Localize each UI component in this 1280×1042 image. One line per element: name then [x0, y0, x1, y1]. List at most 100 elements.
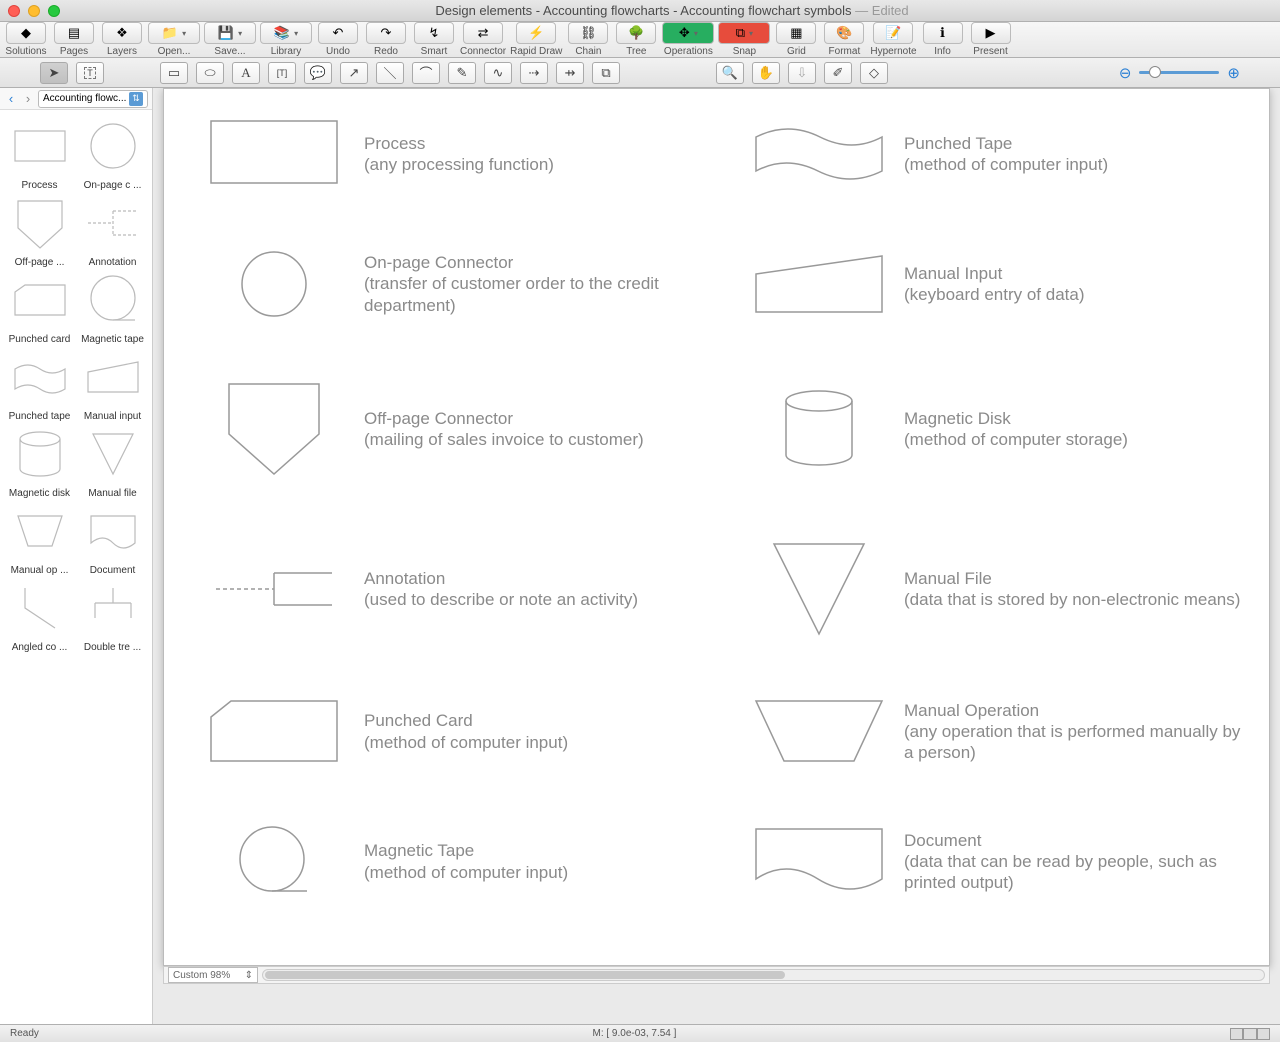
save--button[interactable]: 💾▾Save...	[204, 22, 256, 57]
palette-manualop[interactable]: Manual op ...	[4, 501, 75, 576]
canvas-shape-manualop[interactable]	[734, 699, 904, 764]
hand-tool[interactable]: ✋	[752, 62, 780, 84]
minimize-button[interactable]	[28, 5, 40, 17]
present-button[interactable]: ▶Present	[969, 22, 1013, 57]
connector-tool[interactable]: ⇢	[520, 62, 548, 84]
zoom-selector[interactable]: Custom 98%⇕	[168, 967, 258, 983]
palette-punchedcard[interactable]: Punched card	[4, 270, 75, 345]
hypernote-button[interactable]: 📝Hypernote	[870, 22, 916, 57]
layers-icon: ❖	[116, 25, 128, 41]
symbol-reference-grid: Process(any processing function)Punched …	[164, 89, 1269, 899]
canvas-shape-circle[interactable]	[184, 249, 364, 319]
palette-angledconn[interactable]: Angled co ...	[4, 578, 75, 653]
chevron-down-icon: ▾	[182, 29, 186, 38]
text-select-tool[interactable]: T	[76, 62, 104, 84]
maximize-button[interactable]	[48, 5, 60, 17]
format-icon: 🎨	[836, 25, 852, 41]
close-button[interactable]	[8, 5, 20, 17]
arc-tool[interactable]: ⌒	[412, 62, 440, 84]
palette-offpage[interactable]: Off-page ...	[4, 193, 75, 268]
chain-button[interactable]: ⛓Chain	[566, 22, 610, 57]
callout-tool[interactable]: 💬	[304, 62, 332, 84]
palette-manualinput[interactable]: Manual input	[77, 347, 148, 422]
toolbar-label: Tree	[626, 46, 646, 57]
eraser-tool[interactable]: ◇	[860, 62, 888, 84]
title-text: Design elements - Accounting flowcharts …	[435, 3, 851, 18]
line-tool[interactable]: ＼	[376, 62, 404, 84]
rapid-draw-button[interactable]: ⚡Rapid Draw	[510, 22, 562, 57]
zoom-slider-thumb[interactable]	[1149, 66, 1161, 78]
textbox-tool[interactable]: [T]	[268, 62, 296, 84]
canvas-shape-manualfile[interactable]	[734, 539, 904, 639]
zoom-in-icon[interactable]: ⊕	[1227, 64, 1240, 82]
palette-process[interactable]: Process	[4, 116, 75, 191]
nav-forward[interactable]: ›	[21, 92, 35, 106]
present-icon: ▶	[986, 25, 996, 41]
canvas[interactable]: Process(any processing function)Punched …	[163, 88, 1270, 966]
rect-tool[interactable]: ▭	[160, 62, 188, 84]
canvas-container: Process(any processing function)Punched …	[153, 88, 1280, 1024]
eyedropper-tool[interactable]: ⇩	[788, 62, 816, 84]
shape-toolbar: ➤ T ▭ ⬭ A [T] 💬 ↗ ＼ ⌒ ✎ ∿ ⇢ ⇸ ⧉ 🔍 ✋ ⇩ ✐ …	[0, 58, 1280, 88]
palette-annotation[interactable]: Annotation	[77, 193, 148, 268]
text-tool[interactable]: A	[232, 62, 260, 84]
library-selector[interactable]: Accounting flowc... ⇅	[38, 90, 148, 108]
layers-button[interactable]: ❖Layers	[100, 22, 144, 57]
canvas-shape-annotation[interactable]	[184, 569, 364, 609]
spline-tool[interactable]: ∿	[484, 62, 512, 84]
format-button[interactable]: 🎨Format	[822, 22, 866, 57]
horizontal-scrollbar[interactable]	[262, 969, 1265, 981]
solutions-button[interactable]: ◆Solutions	[4, 22, 48, 57]
redo-button[interactable]: ↷Redo	[364, 22, 408, 57]
zoom-slider[interactable]	[1139, 71, 1219, 74]
window-title: Design elements - Accounting flowcharts …	[72, 3, 1272, 18]
diamond-icon: ◆	[21, 25, 31, 41]
info-button[interactable]: ℹInfo	[921, 22, 965, 57]
dropdown-icon: ⇅	[129, 92, 143, 106]
undo-button[interactable]: ↶Undo	[316, 22, 360, 57]
palette-label: Process	[21, 180, 57, 191]
palette-manualfile[interactable]: Manual file	[77, 424, 148, 499]
pointer-tool[interactable]: ➤	[40, 62, 68, 84]
smart-connector-tool[interactable]: ⇸	[556, 62, 584, 84]
canvas-shape-punchedcard[interactable]	[184, 699, 364, 764]
palette-doubletree[interactable]: Double tre ...	[77, 578, 148, 653]
canvas-shape-magdisk[interactable]	[734, 389, 904, 469]
canvas-shape-offpage[interactable]	[184, 379, 364, 479]
open--button[interactable]: 📁▾Open...	[148, 22, 200, 57]
library-button[interactable]: 📚▾Library	[260, 22, 312, 57]
canvas-shape-manualinput[interactable]	[734, 254, 904, 314]
tree-button[interactable]: 🌳Tree	[614, 22, 658, 57]
smart-button[interactable]: ↯Smart	[412, 22, 456, 57]
zoom-out-icon[interactable]: ⊖	[1119, 64, 1132, 82]
scrollbar-thumb[interactable]	[265, 971, 785, 979]
palette-document[interactable]: Document	[77, 501, 148, 576]
pages-button[interactable]: ▤Pages	[52, 22, 96, 57]
canvas-shape-document[interactable]	[734, 827, 904, 897]
toolbar-label: Pages	[60, 46, 88, 57]
pen-tool[interactable]: ✐	[824, 62, 852, 84]
palette-label: Angled co ...	[12, 642, 68, 653]
snap-icon: ⧉	[736, 25, 745, 41]
palette-magtape[interactable]: Magnetic tape	[77, 270, 148, 345]
toolbar-label: Grid	[787, 46, 806, 57]
highlighter-tool[interactable]: ✎	[448, 62, 476, 84]
palette-magdisk[interactable]: Magnetic disk	[4, 424, 75, 499]
arrow-line-tool[interactable]: ↗	[340, 62, 368, 84]
page-nav[interactable]	[1230, 1028, 1270, 1040]
connector-button[interactable]: ⇄Connector	[460, 22, 506, 57]
nav-back[interactable]: ‹	[4, 92, 18, 106]
palette-circle[interactable]: On-page c ...	[77, 116, 148, 191]
zoom-tool[interactable]: 🔍	[716, 62, 744, 84]
palette-label: Off-page ...	[15, 257, 65, 268]
container-tool[interactable]: ⧉	[592, 62, 620, 84]
ellipse-tool[interactable]: ⬭	[196, 62, 224, 84]
canvas-shape-magtape[interactable]	[184, 824, 364, 899]
canvas-shape-process[interactable]	[184, 119, 364, 189]
snap-button[interactable]: ⧉▾Snap	[718, 22, 770, 57]
operations-button[interactable]: ✥▾Operations	[662, 22, 714, 57]
toolbar-label: Connector	[460, 46, 506, 57]
grid-button[interactable]: ▦Grid	[774, 22, 818, 57]
palette-punchedtape[interactable]: Punched tape	[4, 347, 75, 422]
canvas-shape-punchedtape[interactable]	[734, 119, 904, 189]
